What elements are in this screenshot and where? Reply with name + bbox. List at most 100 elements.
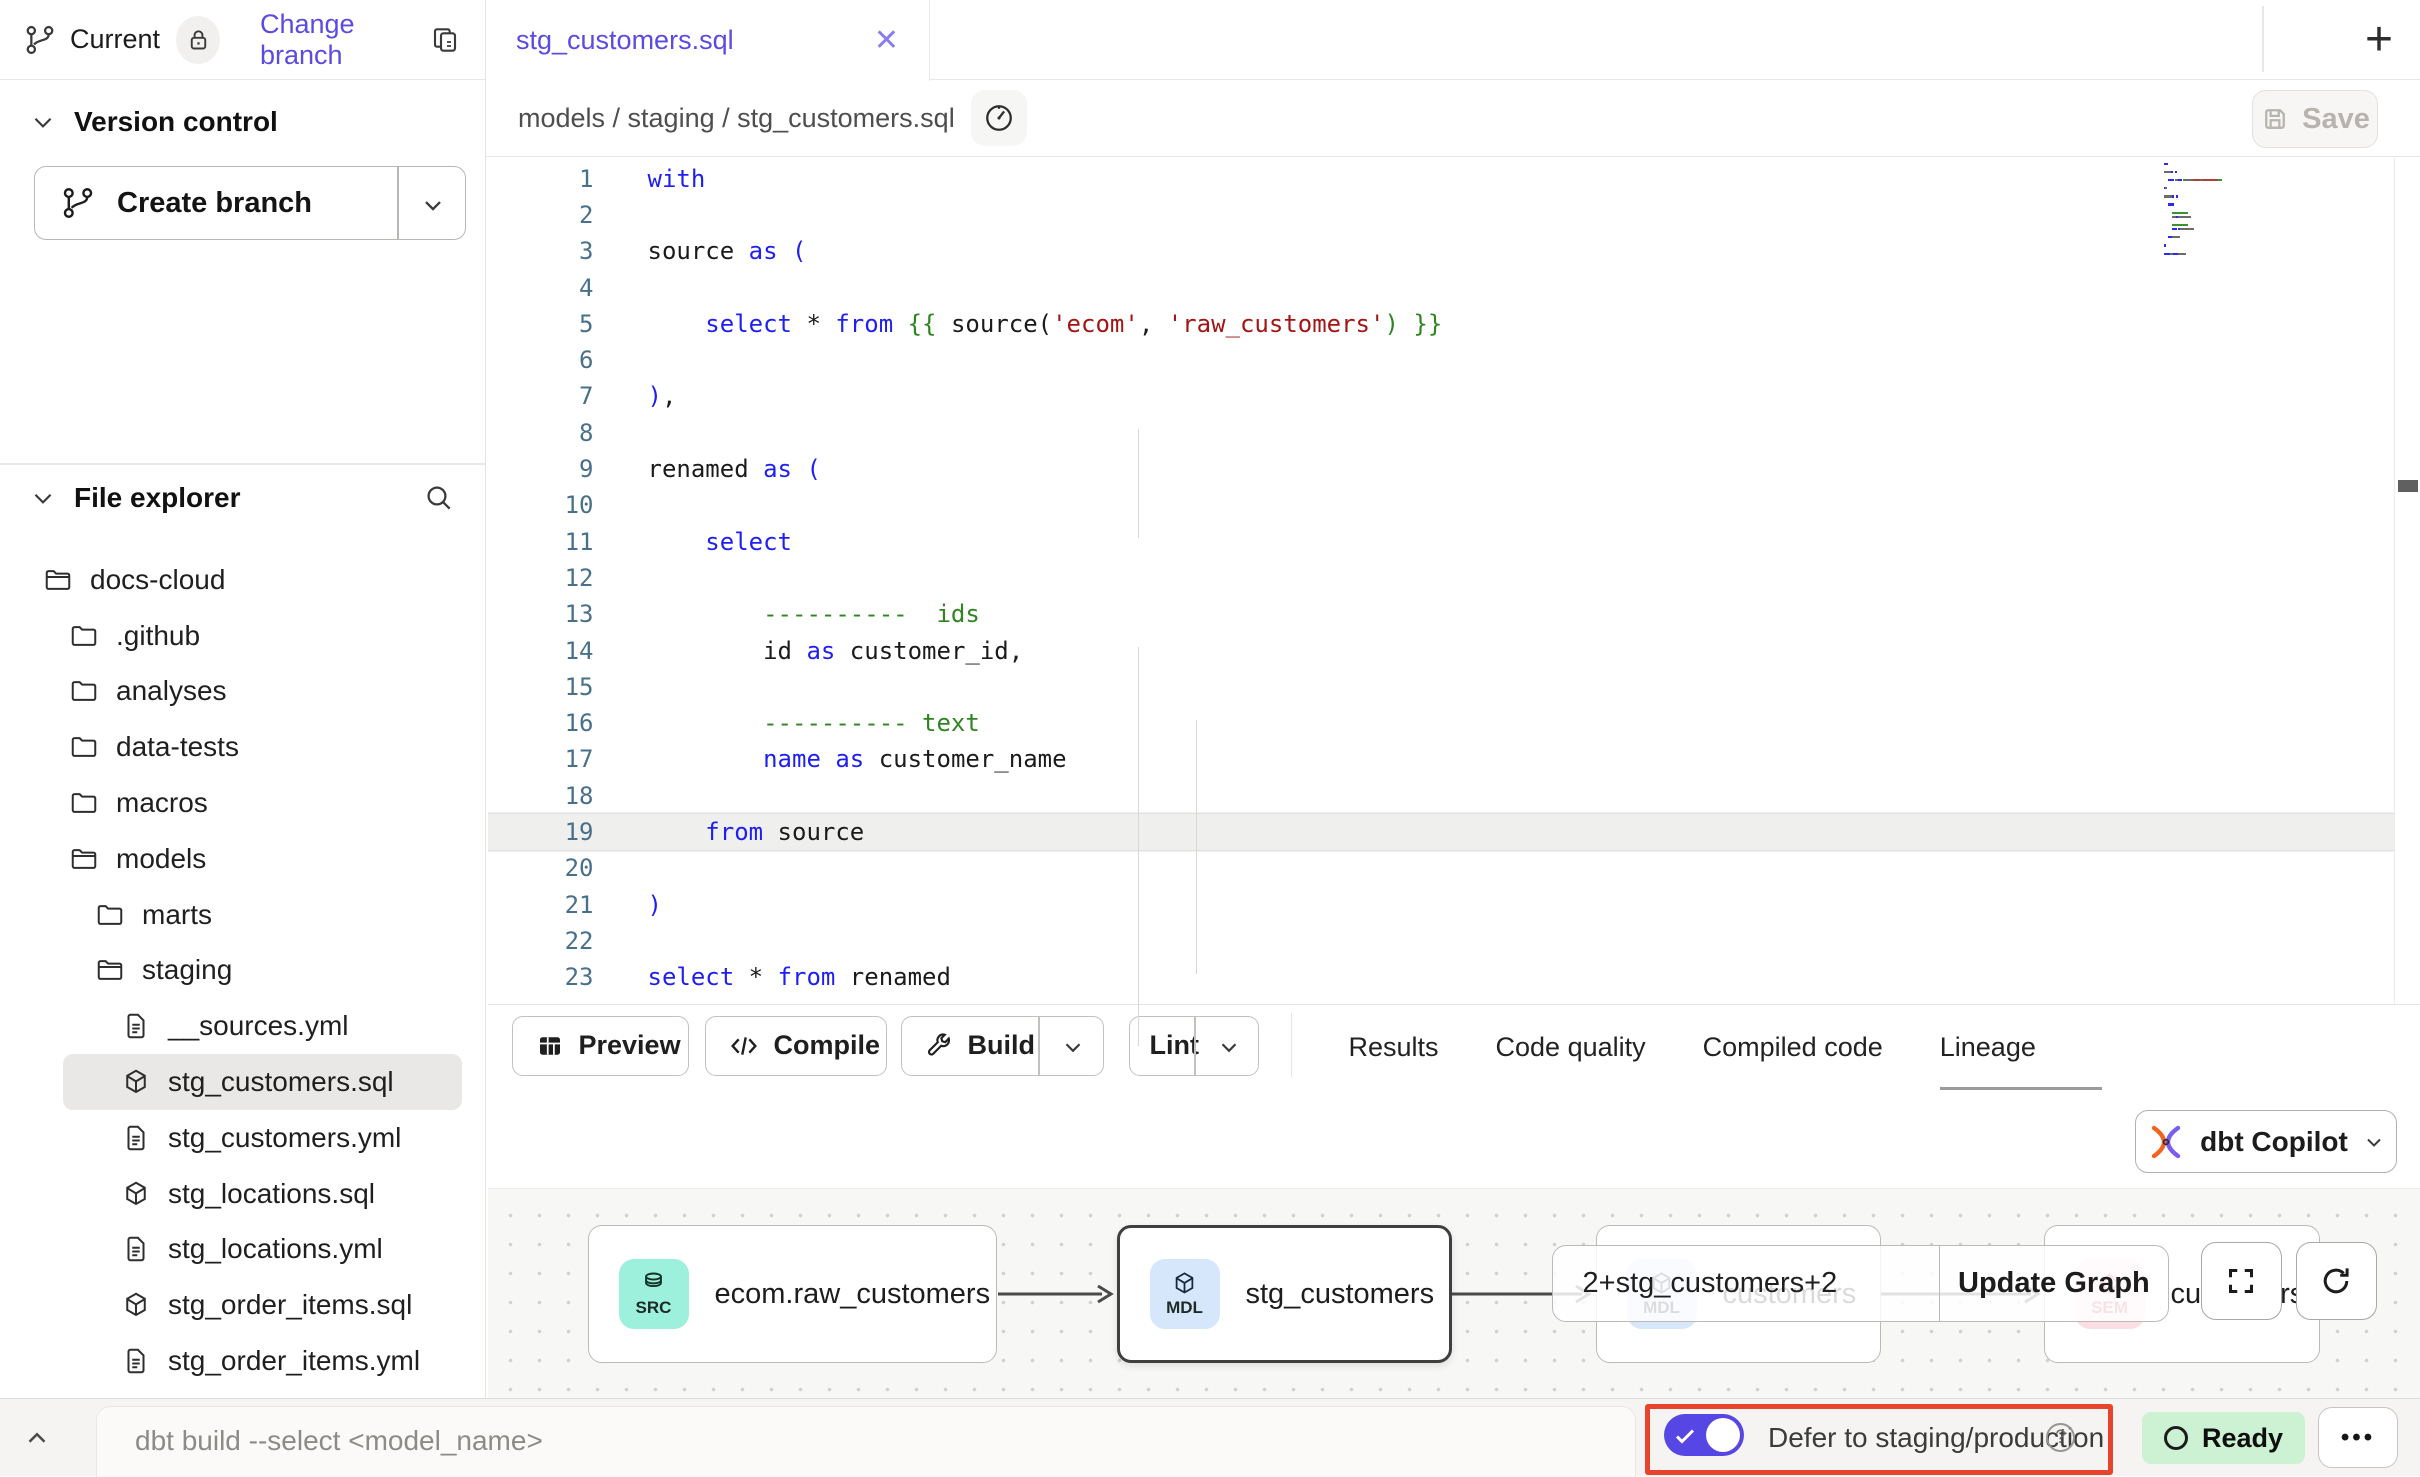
code-line-11[interactable]: 11 select bbox=[488, 523, 2396, 559]
code-line-13[interactable]: 13 ---------- ids bbox=[488, 596, 2396, 632]
tree-item-staging[interactable]: staging bbox=[0, 943, 482, 999]
update-graph-button[interactable]: Update Graph bbox=[1940, 1267, 2167, 1300]
more-options-button[interactable]: ••• bbox=[2318, 1407, 2398, 1468]
compile-button[interactable]: Compile bbox=[705, 1016, 887, 1076]
code-line-2[interactable]: 2 bbox=[488, 197, 2396, 233]
copy-branch-icon[interactable] bbox=[429, 24, 461, 56]
code-line-18[interactable]: 18 bbox=[488, 778, 2396, 814]
file-health-chip[interactable] bbox=[971, 90, 1027, 146]
code-editor[interactable]: 1with23source as (45 select * from {{ so… bbox=[488, 158, 2420, 1004]
line-number: 18 bbox=[488, 782, 594, 810]
code-line-23[interactable]: 23select * from renamed bbox=[488, 959, 2396, 995]
code-line-5[interactable]: 5 select * from {{ source('ecom', 'raw_c… bbox=[488, 306, 2396, 342]
code-line-12[interactable]: 12 bbox=[488, 560, 2396, 596]
create-branch-dropdown[interactable] bbox=[419, 191, 447, 219]
tree-item-label: stg_locations.sql bbox=[168, 1178, 375, 1210]
code-text: source as ( bbox=[648, 237, 807, 265]
code-line-16[interactable]: 16 ---------- text bbox=[488, 705, 2396, 741]
code-line-6[interactable]: 6 bbox=[488, 342, 2396, 378]
defer-toggle[interactable] bbox=[1664, 1414, 1744, 1456]
indent-guide bbox=[1138, 647, 1140, 1046]
help-icon[interactable]: ? bbox=[2046, 1423, 2075, 1452]
code-line-21[interactable]: 21) bbox=[488, 886, 2396, 922]
change-branch-link[interactable]: Change branch bbox=[260, 9, 429, 71]
file-icon bbox=[121, 1123, 151, 1153]
tree-item-docs-cloud[interactable]: docs-cloud bbox=[0, 552, 482, 608]
code-line-3[interactable]: 3source as ( bbox=[488, 233, 2396, 269]
collapse-panel-chevron[interactable] bbox=[22, 1423, 52, 1453]
lock-icon bbox=[185, 26, 212, 53]
panel-tab-compiled-code[interactable]: Compiled code bbox=[1703, 1032, 1883, 1063]
tree-item--github[interactable]: .github bbox=[0, 608, 482, 664]
tree-item-label: analyses bbox=[116, 675, 227, 707]
tree-item-stg-customers-sql[interactable]: stg_customers.sql bbox=[63, 1054, 462, 1110]
code-line-20[interactable]: 20 bbox=[488, 850, 2396, 886]
panel-tab-results[interactable]: Results bbox=[1349, 1032, 1439, 1063]
code-line-10[interactable]: 10 bbox=[488, 487, 2396, 523]
tree-item-macros[interactable]: macros bbox=[0, 775, 482, 831]
status-badge[interactable]: Ready bbox=[2142, 1412, 2305, 1464]
dbt-copilot-icon bbox=[2146, 1122, 2186, 1162]
breadcrumb-row: models / staging / stg_customers.sql Sav… bbox=[486, 80, 2420, 157]
tree-item-stg-locations-yml[interactable]: stg_locations.yml bbox=[0, 1222, 482, 1278]
line-number: 21 bbox=[488, 891, 594, 919]
tree-item-models[interactable]: models bbox=[0, 831, 482, 887]
preview-button[interactable]: Preview bbox=[512, 1016, 689, 1076]
code-text: renamed as ( bbox=[648, 455, 821, 483]
tree-item-marts[interactable]: marts bbox=[0, 887, 482, 943]
panel-tab-code-quality[interactable]: Code quality bbox=[1496, 1032, 1646, 1063]
tree-item-stg-order-items-sql[interactable]: stg_order_items.sql bbox=[0, 1277, 482, 1333]
version-control-header[interactable]: Version control bbox=[0, 80, 485, 138]
code-line-15[interactable]: 15 bbox=[488, 669, 2396, 705]
code-line-1[interactable]: 1with bbox=[488, 161, 2396, 197]
lineage-canvas[interactable]: SRC ecom.raw_customers MDL stg_customers… bbox=[488, 1188, 2420, 1398]
folder-open-icon bbox=[43, 565, 73, 595]
editor-minimap[interactable] bbox=[2164, 163, 2286, 257]
code-line-8[interactable]: 8 bbox=[488, 415, 2396, 451]
code-text: select bbox=[648, 528, 793, 556]
model-icon bbox=[121, 1067, 151, 1097]
code-line-9[interactable]: 9renamed as ( bbox=[488, 451, 2396, 487]
refresh-icon bbox=[2318, 1263, 2354, 1299]
code-text: name as customer_name bbox=[648, 745, 1067, 773]
scrollbar-thumb[interactable] bbox=[2398, 480, 2418, 492]
lineage-node-stg-customers[interactable]: MDL stg_customers bbox=[1117, 1225, 1452, 1363]
tree-item--sources-yml[interactable]: __sources.yml bbox=[0, 998, 482, 1054]
build-button[interactable]: Build bbox=[901, 1016, 1104, 1076]
code-line-4[interactable]: 4 bbox=[488, 269, 2396, 305]
code-line-7[interactable]: 7), bbox=[488, 378, 2396, 414]
lint-dropdown-chevron[interactable] bbox=[1216, 1034, 1242, 1060]
code-line-19[interactable]: 19 from source bbox=[488, 814, 2396, 850]
line-number: 11 bbox=[488, 528, 594, 556]
tree-item-analyses[interactable]: analyses bbox=[0, 664, 482, 720]
new-tab-button[interactable]: + bbox=[2348, 8, 2410, 70]
dbt-copilot-button[interactable]: dbt Copilot bbox=[2135, 1110, 2397, 1173]
close-icon[interactable]: ✕ bbox=[874, 23, 899, 58]
panel-tab-lineage[interactable]: Lineage bbox=[1940, 1032, 2036, 1063]
tree-item-stg-locations-sql[interactable]: stg_locations.sql bbox=[0, 1166, 482, 1222]
command-input[interactable]: dbt build --select <model_name> bbox=[96, 1406, 1636, 1477]
save-button[interactable]: Save bbox=[2252, 90, 2378, 148]
lint-button[interactable]: Lint bbox=[1129, 1016, 1259, 1076]
lineage-node-source[interactable]: SRC ecom.raw_customers bbox=[588, 1225, 997, 1363]
tab-stg-customers-sql[interactable]: stg_customers.sql ✕ bbox=[486, 0, 930, 81]
tree-item-stg-customers-yml[interactable]: stg_customers.yml bbox=[0, 1110, 482, 1166]
code-text: ---------- text bbox=[648, 709, 980, 737]
file-tree: docs-cloud.github analyses data-testsmacro… bbox=[0, 552, 482, 1389]
folder-icon bbox=[69, 676, 99, 706]
code-line-17[interactable]: 17 name as customer_name bbox=[488, 741, 2396, 777]
lineage-selector-input[interactable]: 2+stg_customers+2 bbox=[1553, 1267, 1939, 1300]
code-line-14[interactable]: 14 id as customer_id, bbox=[488, 632, 2396, 668]
refresh-button[interactable] bbox=[2296, 1242, 2377, 1320]
code-line-22[interactable]: 22 bbox=[488, 923, 2396, 959]
save-label: Save bbox=[2302, 103, 2370, 136]
tree-item-data-tests[interactable]: data-tests bbox=[0, 719, 482, 775]
build-dropdown-chevron[interactable] bbox=[1060, 1034, 1086, 1060]
tree-item-stg-order-items-yml[interactable]: stg_order_items.yml bbox=[0, 1333, 482, 1389]
fullscreen-button[interactable] bbox=[2201, 1242, 2282, 1320]
dbt-copilot-label: dbt Copilot bbox=[2200, 1126, 2348, 1158]
tab-label: stg_customers.sql bbox=[516, 25, 734, 56]
git-branch-icon bbox=[61, 186, 95, 220]
search-icon[interactable] bbox=[423, 482, 455, 514]
create-branch-button[interactable]: Create branch bbox=[34, 166, 466, 240]
